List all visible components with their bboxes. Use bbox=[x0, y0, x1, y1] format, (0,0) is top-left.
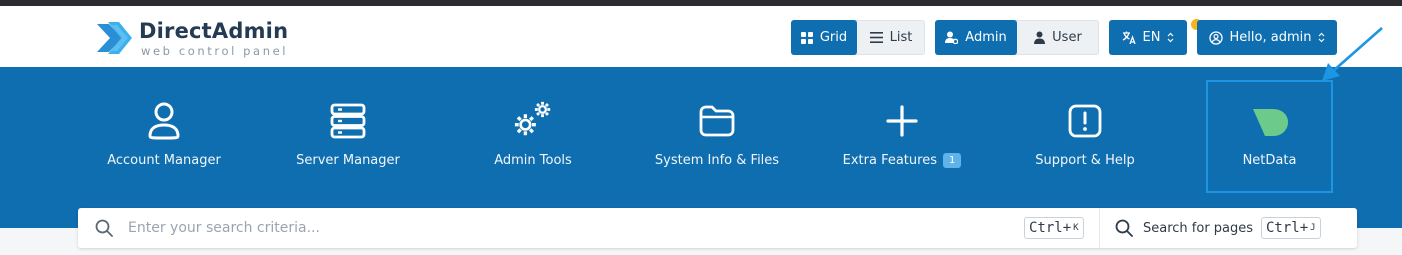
user-gear-icon bbox=[945, 31, 959, 44]
nav-item-admin-tools[interactable]: Admin Tools bbox=[478, 67, 588, 228]
extra-features-label: Extra Features bbox=[842, 153, 937, 168]
nav-label-system-info-files: System Info & Files bbox=[654, 153, 780, 168]
netdata-highlight-box bbox=[1206, 80, 1333, 193]
brand-title: DirectAdmin bbox=[139, 19, 289, 43]
search-icon bbox=[1115, 219, 1133, 237]
search-input[interactable] bbox=[128, 218, 1008, 238]
language-label: EN bbox=[1142, 30, 1161, 45]
account-label: Hello, admin bbox=[1229, 30, 1312, 45]
list-view-button[interactable]: List bbox=[857, 20, 925, 55]
nav-label-support-help: Support & Help bbox=[1035, 153, 1135, 168]
pages-shortcut-key: J bbox=[1310, 223, 1316, 233]
search-bar: Ctrl+K Search for pages Ctrl+J bbox=[78, 208, 1357, 248]
nav-item-account-manager[interactable]: Account Manager bbox=[94, 67, 234, 228]
directadmin-logo-icon bbox=[97, 22, 132, 54]
search-divider bbox=[1099, 208, 1100, 248]
pages-shortcut-main: Ctrl+ bbox=[1266, 220, 1309, 236]
list-icon bbox=[869, 32, 883, 43]
main-navigation: Account Manager Server Manager Admin Too… bbox=[0, 67, 1402, 228]
translate-icon bbox=[1122, 31, 1136, 44]
search-shortcut-main: Ctrl+ bbox=[1029, 220, 1072, 236]
nav-item-extra-features[interactable]: Extra Features 1 bbox=[832, 67, 972, 228]
alert-icon bbox=[1065, 101, 1105, 141]
chevron-up-down-icon bbox=[1168, 32, 1174, 43]
user-level-label: User bbox=[1052, 30, 1082, 45]
search-for-pages-label: Search for pages bbox=[1143, 220, 1254, 236]
nav-label-account-manager: Account Manager bbox=[107, 153, 221, 168]
language-selector[interactable]: EN bbox=[1109, 20, 1187, 55]
extra-features-badge: 1 bbox=[942, 153, 962, 168]
search-icon bbox=[95, 219, 113, 237]
view-toggle: Grid List bbox=[791, 20, 925, 55]
user-circle-icon bbox=[1208, 30, 1223, 45]
search-for-pages-button[interactable]: Search for pages bbox=[1115, 208, 1253, 248]
admin-level-label: Admin bbox=[965, 30, 1007, 45]
nav-label-extra-features: Extra Features 1 bbox=[832, 153, 972, 168]
server-icon bbox=[328, 101, 368, 141]
search-shortcut-hint: Ctrl+ K bbox=[1024, 217, 1084, 239]
nav-item-system-info-files[interactable]: System Info & Files bbox=[646, 67, 788, 228]
nav-label-server-manager: Server Manager bbox=[296, 153, 400, 168]
level-toggle: Admin User bbox=[935, 20, 1099, 55]
grid-icon bbox=[800, 31, 813, 44]
account-menu-button[interactable]: Hello, admin bbox=[1197, 20, 1337, 55]
pages-shortcut-hint: Ctrl+ J bbox=[1261, 217, 1321, 239]
directadmin-logo[interactable]: DirectAdmin web control panel bbox=[95, 16, 295, 60]
nav-item-server-manager[interactable]: Server Manager bbox=[283, 67, 413, 228]
list-view-label: List bbox=[889, 30, 913, 45]
folder-icon bbox=[697, 101, 737, 141]
grid-view-label: Grid bbox=[819, 30, 848, 45]
nav-item-support-help[interactable]: Support & Help bbox=[1025, 67, 1145, 228]
grid-view-button[interactable]: Grid bbox=[791, 20, 857, 55]
brand-subtitle: web control panel bbox=[141, 44, 289, 58]
user-icon bbox=[1034, 31, 1046, 44]
search-shortcut-key: K bbox=[1073, 223, 1079, 233]
admin-level-button[interactable]: Admin bbox=[935, 20, 1017, 55]
pointer-arrow-icon bbox=[1322, 27, 1383, 81]
plus-icon bbox=[882, 101, 922, 141]
user-icon bbox=[144, 101, 184, 141]
gears-icon bbox=[513, 99, 553, 139]
nav-label-admin-tools: Admin Tools bbox=[494, 153, 572, 168]
user-level-button[interactable]: User bbox=[1017, 20, 1099, 55]
top-header: DirectAdmin web control panel Grid List … bbox=[0, 6, 1402, 67]
